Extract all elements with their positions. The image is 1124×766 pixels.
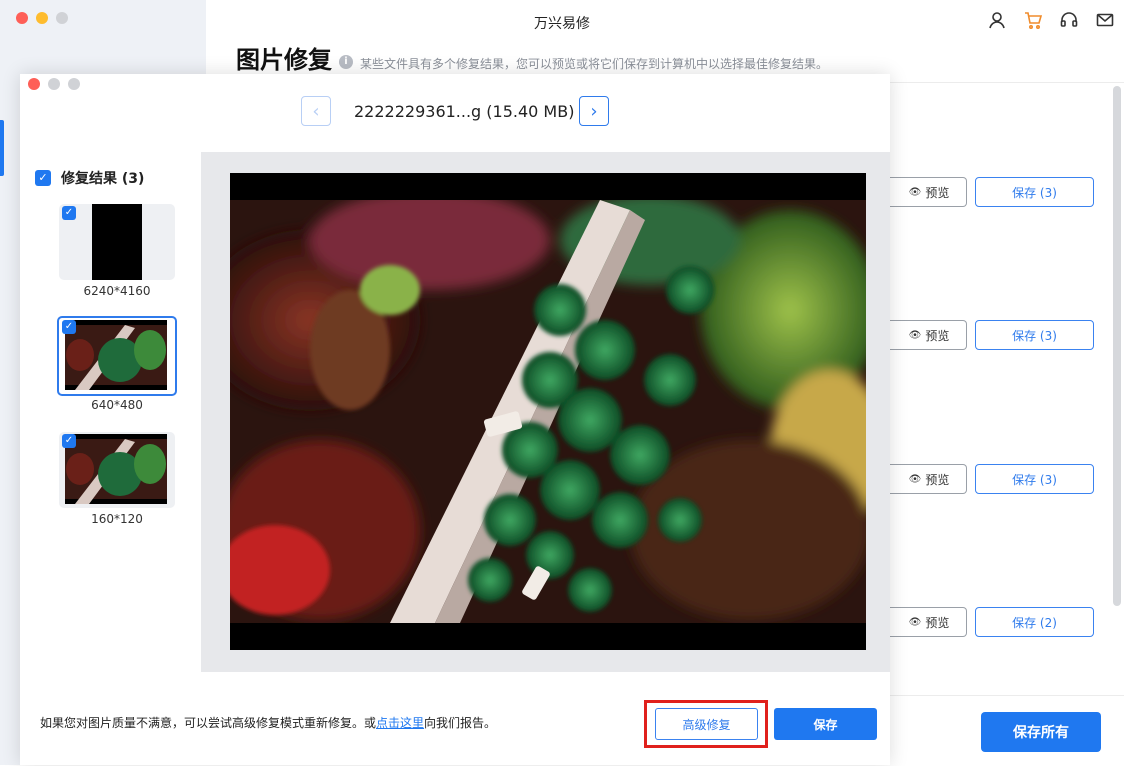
next-file-button[interactable]: › (579, 96, 609, 126)
preview-button[interactable]: 👁 预览 (880, 177, 967, 207)
thumbnail-image (65, 434, 167, 504)
result-checkbox[interactable]: ✓ (62, 206, 76, 220)
mail-icon[interactable] (1095, 10, 1115, 30)
page-title: 图片修复 (236, 46, 332, 74)
preview-button[interactable]: 👁 预览 (880, 320, 967, 350)
eye-icon: 👁 (908, 473, 922, 485)
report-link[interactable]: 点击这里 (376, 716, 424, 730)
app-title: 万兴易修 (534, 16, 590, 32)
thumbnail-size-label: 6240*4160 (83, 284, 151, 298)
dialog-close-button[interactable] (28, 78, 40, 90)
result-thumbnail[interactable]: ✓ (59, 432, 175, 508)
footer-message: 如果您对图片质量不满意，可以尝试高级修复模式重新修复。或点击这里向我们报告。 (40, 714, 496, 731)
sidebar-active-indicator (0, 120, 4, 176)
result-checkbox[interactable]: ✓ (62, 434, 76, 448)
image-preview-area (201, 152, 890, 672)
dialog-minimize-button[interactable] (48, 78, 60, 90)
thumbnail-image (92, 204, 142, 280)
info-description: 某些文件具有多个修复结果，您可以预览或将它们保存到计算机中以选择最佳修复结果。 (360, 57, 829, 71)
preview-label: 预览 (925, 185, 950, 200)
previous-file-button[interactable]: ‹ (301, 96, 331, 126)
thumbnail-size-label: 640*480 (91, 398, 143, 412)
results-label: 修复结果 (3) (61, 171, 145, 187)
preview-button[interactable]: 👁 预览 (880, 607, 967, 637)
file-name: 2222229361...g (15.40 MB) (354, 102, 575, 121)
save-file-button[interactable]: 保存 (2) (975, 607, 1094, 637)
result-checkbox[interactable]: ✓ (62, 320, 76, 334)
thumbnail-image (65, 320, 167, 390)
preview-label: 预览 (925, 328, 950, 343)
preview-label: 预览 (925, 472, 950, 487)
user-icon[interactable] (987, 10, 1007, 30)
repair-results-dialog: ‹ 2222229361...g (15.40 MB) › ✓ 修复结果 (3)… (20, 74, 890, 765)
eye-icon: 👁 (908, 329, 922, 341)
save-file-button[interactable]: 保存 (3) (975, 464, 1094, 494)
save-file-button[interactable]: 保存 (3) (975, 177, 1094, 207)
dialog-footer: 如果您对图片质量不满意，可以尝试高级修复模式重新修复。或点击这里向我们报告。 高… (20, 672, 890, 765)
thumbnail-size-label: 160*120 (91, 512, 143, 526)
dialog-zoom-button[interactable] (68, 78, 80, 90)
select-all-checkbox[interactable]: ✓ (35, 170, 51, 186)
footer-text-after: 向我们报告。 (424, 716, 497, 730)
advanced-repair-button[interactable]: 高级修复 (655, 708, 758, 740)
cart-icon[interactable] (1023, 10, 1043, 30)
preview-label: 预览 (925, 615, 950, 630)
save-file-button[interactable]: 保存 (3) (975, 320, 1094, 350)
result-thumbnail[interactable]: ✓ (59, 204, 175, 280)
footer-text-before: 如果您对图片质量不满意，可以尝试高级修复模式重新修复。或 (40, 716, 377, 730)
chevron-right-icon: › (590, 100, 598, 122)
save-all-button[interactable]: 保存所有 (981, 712, 1101, 752)
chevron-left-icon: ‹ (312, 100, 320, 122)
preview-button[interactable]: 👁 预览 (880, 464, 967, 494)
info-icon: i (339, 55, 353, 69)
dialog-header: ‹ 2222229361...g (15.40 MB) › (20, 74, 890, 152)
save-button[interactable]: 保存 (774, 708, 877, 740)
result-thumbnail-selected[interactable]: ✓ (57, 316, 177, 396)
results-header: ✓ 修复结果 (3) (35, 168, 144, 188)
dialog-window-controls (28, 78, 80, 90)
eye-icon: 👁 (908, 186, 922, 198)
preview-photo (230, 173, 866, 650)
eye-icon: 👁 (908, 616, 922, 628)
divider (890, 82, 1124, 83)
scrollbar[interactable] (1113, 86, 1121, 606)
headset-icon[interactable] (1059, 10, 1079, 30)
